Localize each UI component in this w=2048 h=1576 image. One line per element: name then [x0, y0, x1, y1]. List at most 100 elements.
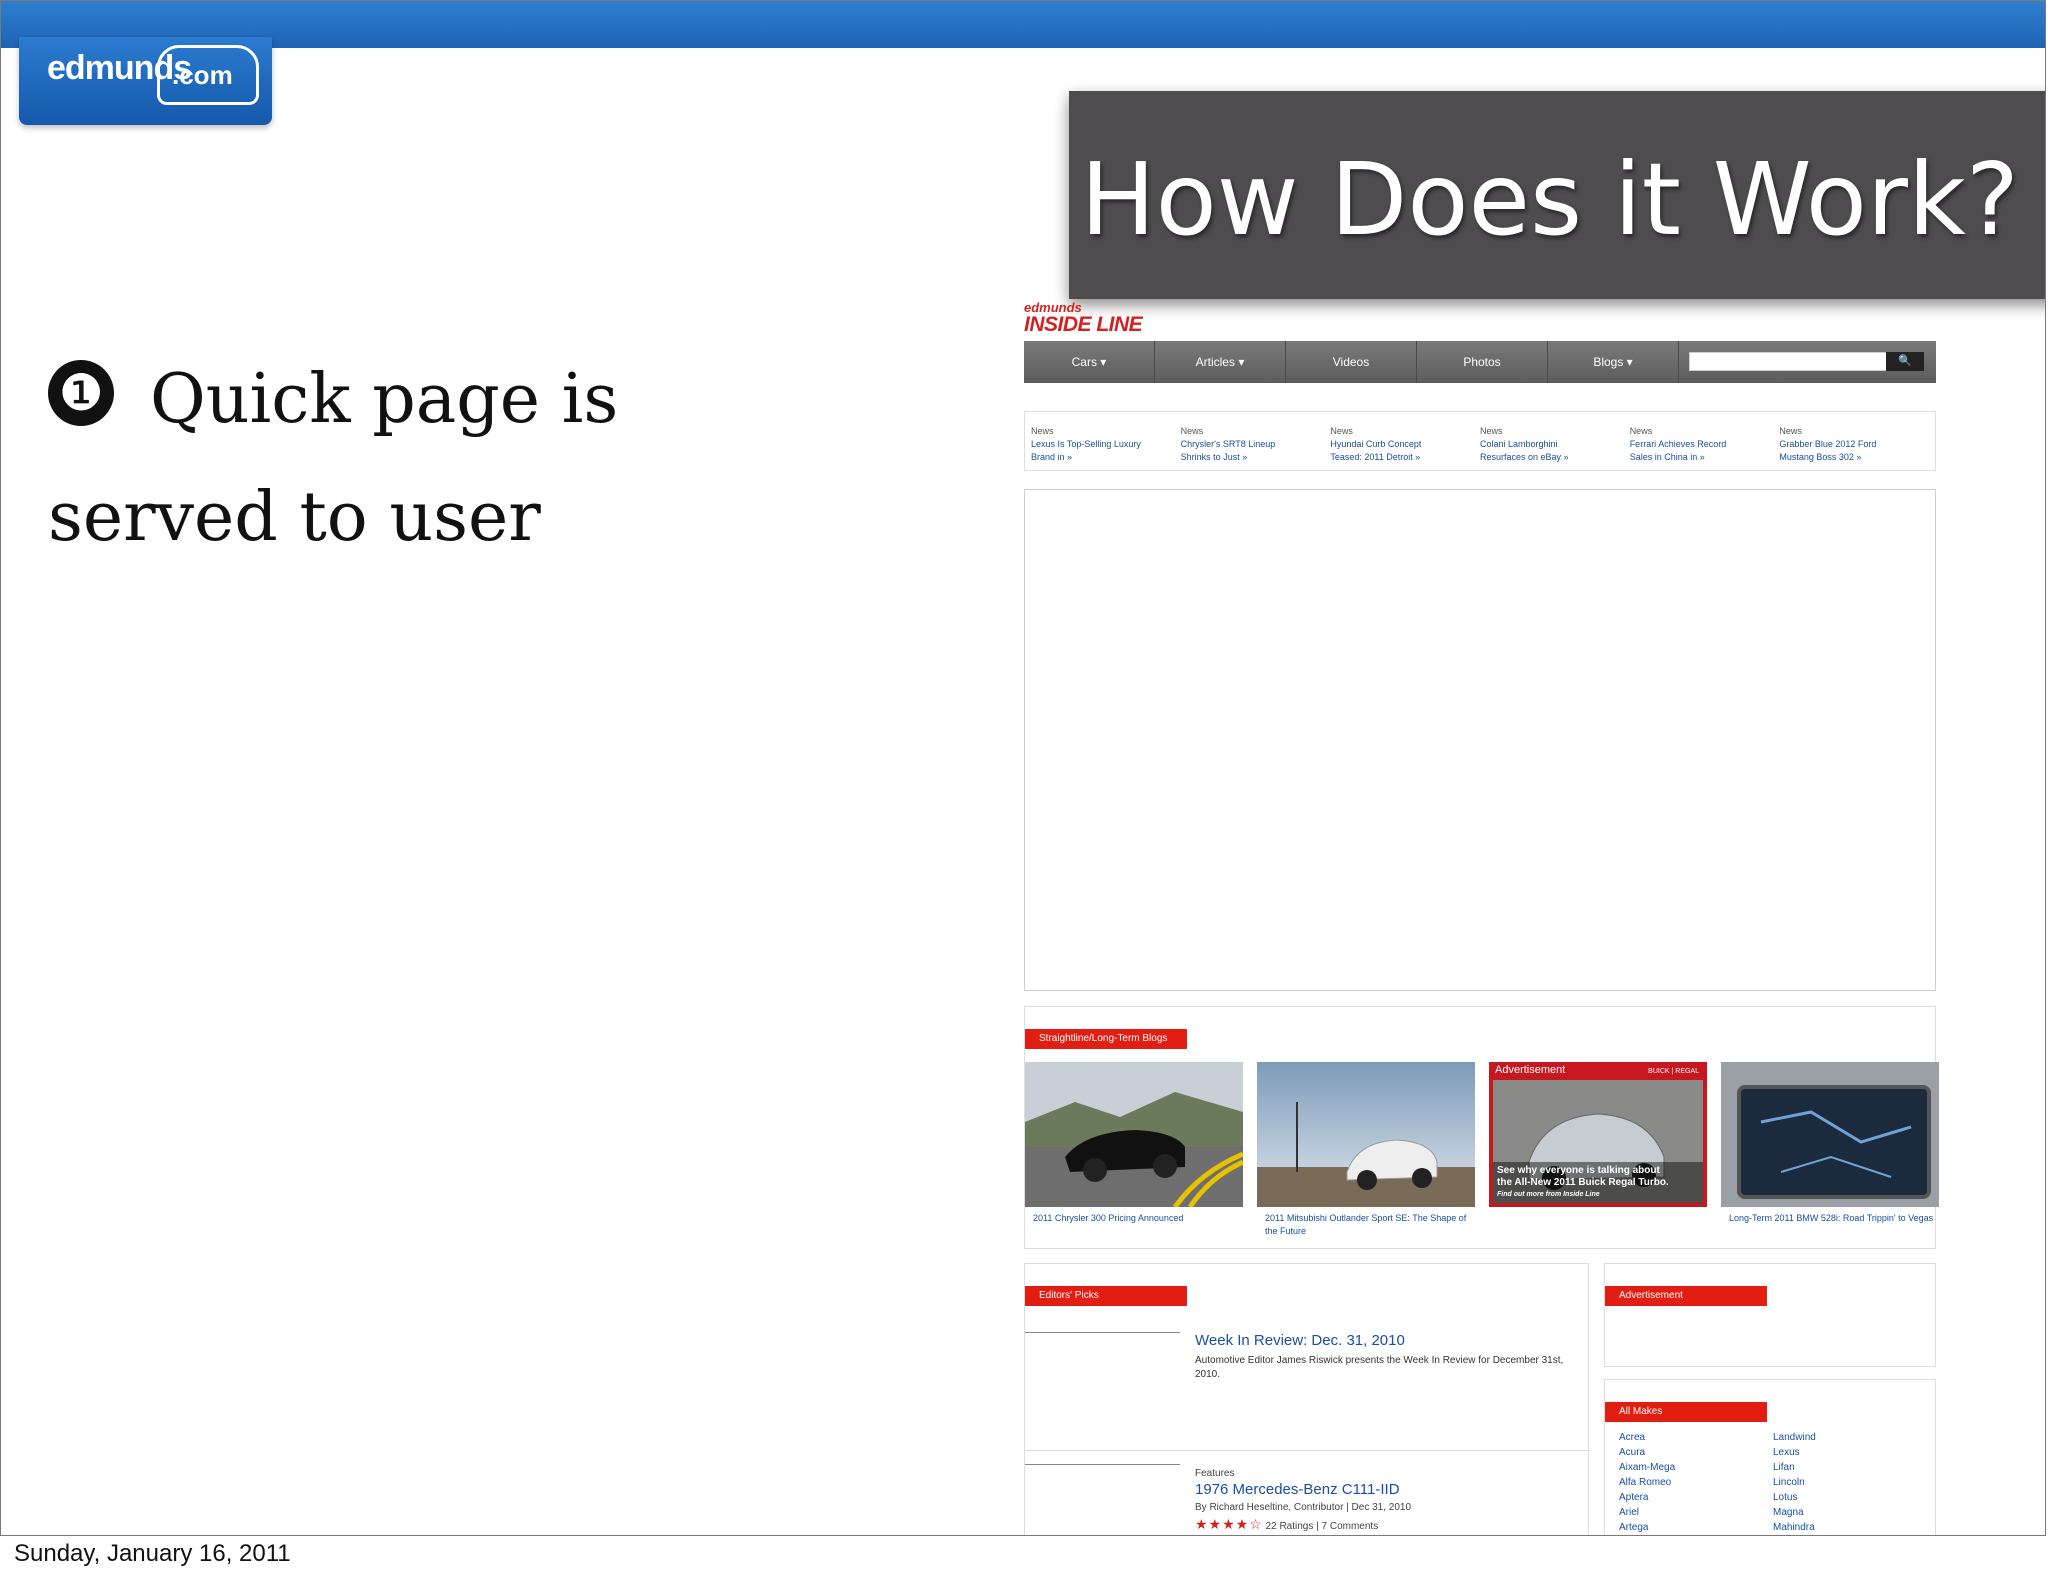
make-link[interactable]: Lexus: [1773, 1445, 1816, 1460]
bullet-point: ❶ Quick page is served to user: [48, 341, 748, 577]
divider: [1025, 1450, 1590, 1451]
logo-badge: .com: [172, 60, 233, 90]
news-item[interactable]: News Chrysler's SRT8 Lineup Shrinks to J…: [1181, 412, 1331, 470]
story-byline: By Richard Heseltine, Contributor | Dec …: [1195, 1502, 1412, 1513]
news-item[interactable]: News Ferrari Achieves Record Sales in Ch…: [1630, 412, 1780, 470]
news-category: News: [1330, 426, 1353, 436]
buick-brand: BUICK | REGAL: [1648, 1068, 1699, 1075]
news-item[interactable]: News Hyundai Curb Concept Teased: 2011 D…: [1330, 412, 1480, 470]
bullet-line-2: served to user: [48, 478, 541, 557]
story-category: Features: [1195, 1468, 1235, 1479]
blog-thumb-bmw[interactable]: [1721, 1062, 1939, 1207]
news-category: News: [1779, 426, 1802, 436]
news-category: News: [1031, 426, 1054, 436]
news-title-line2[interactable]: Brand in »: [1031, 451, 1181, 464]
news-category: News: [1629, 426, 1653, 436]
news-title-line1[interactable]: Grabber Blue 2012 Ford: [1779, 438, 1929, 451]
news-title-line1[interactable]: Colani Lamborghini: [1480, 438, 1630, 451]
ad-copy-line2: the All-New 2011 Buick Regal Turbo.: [1497, 1177, 1669, 1188]
story-rating: ★★★★☆ 22 Ratings | 7 Comments: [1195, 1516, 1378, 1533]
story-description: Automotive Editor James Riswick presents…: [1195, 1355, 1564, 1380]
story-title[interactable]: 1976 Mercedes-Benz C111-IID: [1195, 1481, 1400, 1498]
blogs-label: Straightline/Long-Term Blogs: [1025, 1029, 1187, 1049]
divider: [1025, 1332, 1180, 1333]
makes-column-1: Acrea Acura Aixam-Mega Alfa Romeo Aptera…: [1619, 1430, 1675, 1535]
star-rating-icon: ★★★★☆: [1195, 1516, 1263, 1532]
bmw-nav-photo: [1721, 1062, 1939, 1207]
make-link[interactable]: Acura: [1619, 1445, 1675, 1460]
nav-blogs[interactable]: Blogs ▾: [1548, 341, 1679, 383]
make-link[interactable]: Aptera: [1619, 1490, 1675, 1505]
nav-photos[interactable]: Photos: [1417, 341, 1548, 383]
news-item[interactable]: News Grabber Blue 2012 Ford Mustang Boss…: [1779, 412, 1929, 470]
blog-ad-buick[interactable]: Advertisement BUICK | REGAL See why ever…: [1489, 1062, 1707, 1207]
editors-label: Editors' Picks: [1025, 1286, 1187, 1306]
ad-copy-sub: Find out more from Inside Line: [1497, 1191, 1600, 1198]
chrysler-photo: [1025, 1062, 1243, 1207]
advertisement-box: Advertisement: [1604, 1263, 1936, 1367]
nav-articles[interactable]: Articles ▾: [1155, 341, 1286, 383]
site-nav: Cars ▾ Articles ▾ Videos Photos Blogs ▾ …: [1024, 341, 1936, 383]
story-title[interactable]: Week In Review: Dec. 31, 2010: [1195, 1332, 1405, 1349]
make-link[interactable]: Artega: [1619, 1520, 1675, 1535]
blog-caption[interactable]: 2011 Chrysler 300 Pricing Announced: [1033, 1212, 1243, 1225]
blog-thumb-outlander[interactable]: [1257, 1062, 1475, 1207]
make-link[interactable]: Lincoln: [1773, 1475, 1816, 1490]
blog-caption[interactable]: 2011 Mitsubishi Outlander Sport SE: The …: [1265, 1212, 1475, 1238]
news-title-line2[interactable]: Resurfaces on eBay »: [1480, 451, 1630, 464]
all-makes-label: All Makes: [1605, 1402, 1767, 1422]
news-item[interactable]: News Colani Lamborghini Resurfaces on eB…: [1480, 412, 1630, 470]
news-strip: News Lexus Is Top-Selling Luxury Brand i…: [1024, 411, 1936, 471]
make-link[interactable]: Acrea: [1619, 1430, 1675, 1445]
title-banner: How Does it Work?: [1069, 91, 2045, 299]
make-link[interactable]: Landwind: [1773, 1430, 1816, 1445]
news-title-line1[interactable]: Lexus Is Top-Selling Luxury: [1031, 438, 1181, 451]
news-title-line2[interactable]: Mustang Boss 302 »: [1779, 451, 1929, 464]
news-item[interactable]: News Lexus Is Top-Selling Luxury Brand i…: [1031, 412, 1181, 470]
makes-column-2: Landwind Lexus Lifan Lincoln Lotus Magna…: [1773, 1430, 1816, 1535]
news-title-line2[interactable]: Shrinks to Just »: [1181, 451, 1331, 464]
blank-ad-area: [1024, 489, 1936, 991]
blog-thumb-chrysler[interactable]: [1025, 1062, 1243, 1207]
news-title-line1[interactable]: Ferrari Achieves Record: [1630, 438, 1780, 451]
top-bar: [1, 1, 2045, 48]
ad-label: Advertisement: [1495, 1064, 1566, 1076]
news-title-line1[interactable]: Chrysler's SRT8 Lineup: [1181, 438, 1331, 451]
slide-title: How Does it Work?: [1080, 141, 2019, 258]
make-link[interactable]: Magna: [1773, 1505, 1816, 1520]
car-icon: .com: [157, 45, 259, 105]
news-title-line1[interactable]: Hyundai Curb Concept: [1330, 438, 1480, 451]
website-screenshot: edmunds INSIDE LINE Cars ▾ Articles ▾ Vi…: [1021, 301, 1941, 1535]
news-title-line2[interactable]: Teased: 2011 Detroit »: [1330, 451, 1480, 464]
inside-line-logo-big: INSIDE LINE: [1024, 313, 1143, 336]
advertisement-label: Advertisement: [1605, 1286, 1767, 1306]
blog-caption[interactable]: Long-Term 2011 BMW 528i: Road Trippin' t…: [1729, 1212, 1939, 1225]
ad-copy-line1: See why everyone is talking about: [1497, 1165, 1660, 1176]
edmunds-logo: edmunds .com: [19, 37, 272, 125]
ad-copy: See why everyone is talking about the Al…: [1497, 1165, 1669, 1201]
make-link[interactable]: Lifan: [1773, 1460, 1816, 1475]
search-icon[interactable]: 🔍: [1886, 352, 1924, 371]
inside-line-logo[interactable]: edmunds INSIDE LINE: [1024, 301, 1143, 336]
bullet-line-1: Quick page is: [150, 360, 619, 439]
blogs-section: Straightline/Long-Term Blogs 2011 Chrysl…: [1024, 1006, 1939, 1249]
news-category: News: [1480, 426, 1503, 436]
make-link[interactable]: Lotus: [1773, 1490, 1816, 1505]
make-link[interactable]: Ariel: [1619, 1505, 1675, 1520]
nav-videos[interactable]: Videos: [1286, 341, 1417, 383]
news-category: News: [1180, 426, 1204, 436]
footer-date: Sunday, January 16, 2011: [14, 1540, 291, 1567]
divider: [1025, 1464, 1180, 1465]
nav-cars[interactable]: Cars ▾: [1024, 341, 1155, 383]
all-makes-box: All Makes Acrea Acura Aixam-Mega Alfa Ro…: [1604, 1379, 1936, 1535]
news-title-line2[interactable]: Sales in China in »: [1630, 451, 1780, 464]
outlander-photo: [1257, 1062, 1475, 1207]
rating-text: 22 Ratings | 7 Comments: [1265, 1521, 1379, 1532]
editors-picks: Editors' Picks Week In Review: Dec. 31, …: [1024, 1263, 1590, 1535]
make-link[interactable]: Mahindra: [1773, 1520, 1816, 1535]
bullet-number-icon: ❶: [48, 360, 114, 426]
make-link[interactable]: Alfa Romeo: [1619, 1475, 1675, 1490]
search-input[interactable]: [1689, 352, 1889, 371]
make-link[interactable]: Aixam-Mega: [1619, 1460, 1675, 1475]
slide: edmunds .com How Does it Work? ❶ Quick pa…: [0, 0, 2046, 1536]
